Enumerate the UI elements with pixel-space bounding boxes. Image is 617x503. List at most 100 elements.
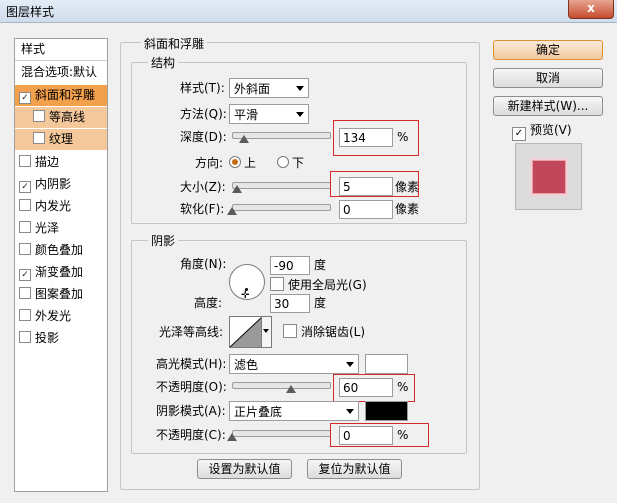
direction-down-option[interactable]: 下 <box>277 154 304 172</box>
style-item-contour[interactable]: 等高线 <box>15 107 107 128</box>
style-item-drop-shadow[interactable]: 投影 <box>15 328 107 349</box>
gradient-overlay-checkbox[interactable] <box>19 269 31 281</box>
global-light-option[interactable]: 使用全局光(G) <box>270 276 367 294</box>
global-light-label: 使用全局光(G) <box>288 278 367 292</box>
style-item-satin[interactable]: 光泽 <box>15 218 107 239</box>
blend-options-item[interactable]: 混合选项:默认 <box>15 62 107 83</box>
pattern-overlay-checkbox[interactable] <box>19 287 31 299</box>
size-field[interactable]: 5 <box>339 177 393 196</box>
gloss-contour-preview[interactable] <box>229 316 263 348</box>
make-default-button[interactable]: 设置为默认值 <box>197 459 292 479</box>
soften-slider-thumb[interactable] <box>227 207 237 215</box>
shadow-opacity-field[interactable]: 0 <box>339 426 393 445</box>
highlight-color-swatch[interactable] <box>365 354 408 374</box>
depth-slider-thumb[interactable] <box>239 135 249 143</box>
size-unit: 像素 <box>395 180 420 194</box>
color-overlay-checkbox[interactable] <box>19 243 31 255</box>
shadow-mode-dropdown[interactable]: 正片叠底 <box>229 401 359 421</box>
size-slider-thumb[interactable] <box>232 185 242 193</box>
preview-option[interactable]: 预览(V) <box>512 121 572 141</box>
reset-default-button[interactable]: 复位为默认值 <box>307 459 402 479</box>
style-item-label: 内阴影 <box>35 177 72 191</box>
contour-checkbox[interactable] <box>33 110 45 122</box>
technique-dropdown[interactable]: 平滑 <box>229 104 309 124</box>
anti-aliased-label: 消除锯齿(L) <box>301 325 366 339</box>
size-slider[interactable] <box>232 182 331 189</box>
bevel-emboss-checkbox[interactable] <box>19 92 31 104</box>
style-dropdown[interactable]: 外斜面 <box>229 78 309 98</box>
crosshair-icon: ✛ <box>241 290 250 301</box>
style-value: 外斜面 <box>234 82 271 96</box>
structure-title: 结构 <box>148 54 179 71</box>
direction-down-label: 下 <box>292 156 305 170</box>
style-item-stroke[interactable]: 描边 <box>15 152 107 173</box>
shadow-opacity-label: 不透明度(C): <box>156 428 226 442</box>
radio-down-icon[interactable] <box>277 156 289 168</box>
style-item-label: 内发光 <box>35 199 72 213</box>
style-item-color-overlay[interactable]: 颜色叠加 <box>15 240 107 261</box>
style-item-label: 斜面和浮雕 <box>35 88 96 102</box>
style-item-label: 等高线 <box>49 110 86 124</box>
shadow-color-swatch[interactable] <box>365 401 408 421</box>
style-item-label: 外发光 <box>35 309 72 323</box>
ok-button[interactable]: 确定 <box>493 40 603 60</box>
shadow-opacity-slider[interactable] <box>232 430 331 437</box>
stroke-checkbox[interactable] <box>19 155 31 167</box>
highlight-opacity-field[interactable]: 60 <box>339 378 393 397</box>
style-item-bevel-emboss[interactable]: 斜面和浮雕 <box>15 85 107 106</box>
chevron-down-icon <box>296 112 304 117</box>
altitude-unit: 度 <box>314 296 327 310</box>
drop-shadow-checkbox[interactable] <box>19 331 31 343</box>
shadow-opacity-thumb[interactable] <box>227 433 237 441</box>
close-button[interactable]: x <box>568 0 614 19</box>
direction-up-label: 上 <box>244 156 257 170</box>
style-item-label: 渐变叠加 <box>35 265 84 279</box>
highlight-mode-dropdown[interactable]: 滤色 <box>229 354 359 374</box>
style-item-texture[interactable]: 纹理 <box>15 129 107 150</box>
preview-swatch-frame <box>515 143 582 210</box>
altitude-field[interactable]: 30 <box>270 294 310 313</box>
inner-glow-checkbox[interactable] <box>19 199 31 211</box>
highlight-opacity-thumb[interactable] <box>286 385 296 393</box>
styles-list: 样式 混合选项:默认 斜面和浮雕 等高线 纹理 描边 内阴影 内发光 光泽 颜色… <box>14 38 108 492</box>
angle-field[interactable]: -90 <box>270 256 310 275</box>
direction-up-option[interactable]: 上 <box>229 154 256 172</box>
styles-header[interactable]: 样式 <box>15 39 107 61</box>
highlight-mode-value: 滤色 <box>234 358 259 372</box>
angle-label: 角度(N): <box>180 257 227 271</box>
satin-checkbox[interactable] <box>19 221 31 233</box>
depth-field[interactable]: 134 <box>339 128 393 147</box>
shading-title: 阴影 <box>148 232 179 249</box>
size-label: 大小(Z): <box>180 180 226 194</box>
gloss-contour-dropdown[interactable] <box>261 316 272 348</box>
style-item-label: 颜色叠加 <box>35 243 84 257</box>
style-item-inner-glow[interactable]: 内发光 <box>15 196 107 217</box>
radio-up-icon[interactable] <box>229 156 241 168</box>
cancel-button[interactable]: 取消 <box>493 68 603 88</box>
global-light-checkbox[interactable] <box>270 277 284 291</box>
anti-aliased-checkbox[interactable] <box>283 324 297 338</box>
outer-glow-checkbox[interactable] <box>19 309 31 321</box>
soften-field[interactable]: 0 <box>339 200 393 219</box>
chevron-down-icon <box>346 362 354 367</box>
technique-value: 平滑 <box>234 108 259 122</box>
style-item-label: 描边 <box>35 155 60 169</box>
preview-checkbox[interactable] <box>512 127 526 141</box>
soften-slider[interactable] <box>232 204 331 211</box>
bevel-emboss-title: 斜面和浮雕 <box>141 35 208 52</box>
soften-unit: 像素 <box>395 202 420 216</box>
anti-aliased-option[interactable]: 消除锯齿(L) <box>283 323 365 341</box>
texture-checkbox[interactable] <box>33 132 45 144</box>
close-icon: x <box>587 1 595 15</box>
style-item-inner-shadow[interactable]: 内阴影 <box>15 174 107 195</box>
style-item-pattern-overlay[interactable]: 图案叠加 <box>15 284 107 305</box>
angle-unit: 度 <box>314 258 327 272</box>
highlight-mode-label: 高光模式(H): <box>156 357 227 371</box>
depth-label: 深度(D): <box>180 130 227 144</box>
window-title: 图层样式 <box>6 5 55 19</box>
style-item-outer-glow[interactable]: 外发光 <box>15 306 107 327</box>
highlight-opacity-slider[interactable] <box>232 382 331 389</box>
style-item-gradient-overlay[interactable]: 渐变叠加 <box>15 262 107 283</box>
new-style-button[interactable]: 新建样式(W)... <box>493 96 603 116</box>
inner-shadow-checkbox[interactable] <box>19 181 31 193</box>
